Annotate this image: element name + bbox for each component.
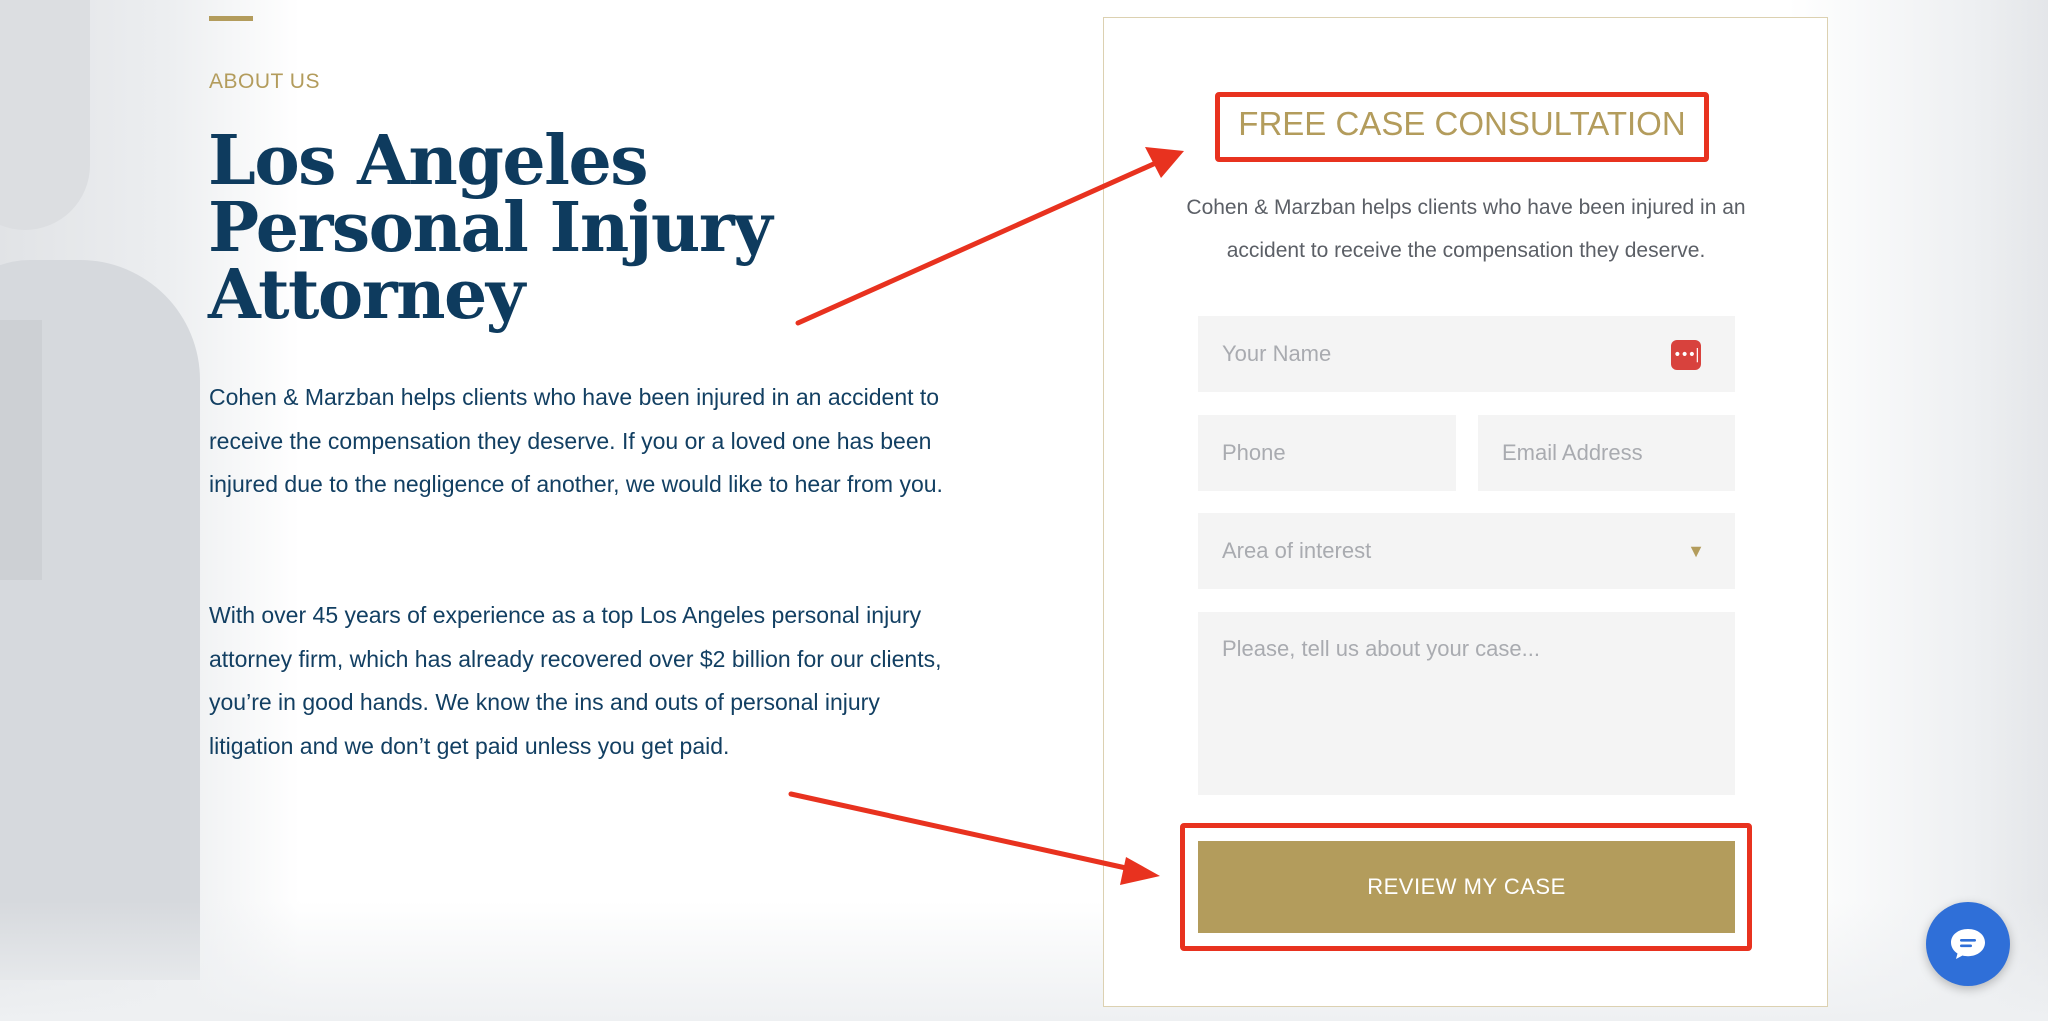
annotation-arrow-to-button [788,791,1160,885]
annotation-arrow-to-title [795,147,1184,326]
annotation-arrows [788,147,1184,885]
chat-widget-button[interactable] [1926,902,2010,986]
chat-icon [1951,929,1985,959]
